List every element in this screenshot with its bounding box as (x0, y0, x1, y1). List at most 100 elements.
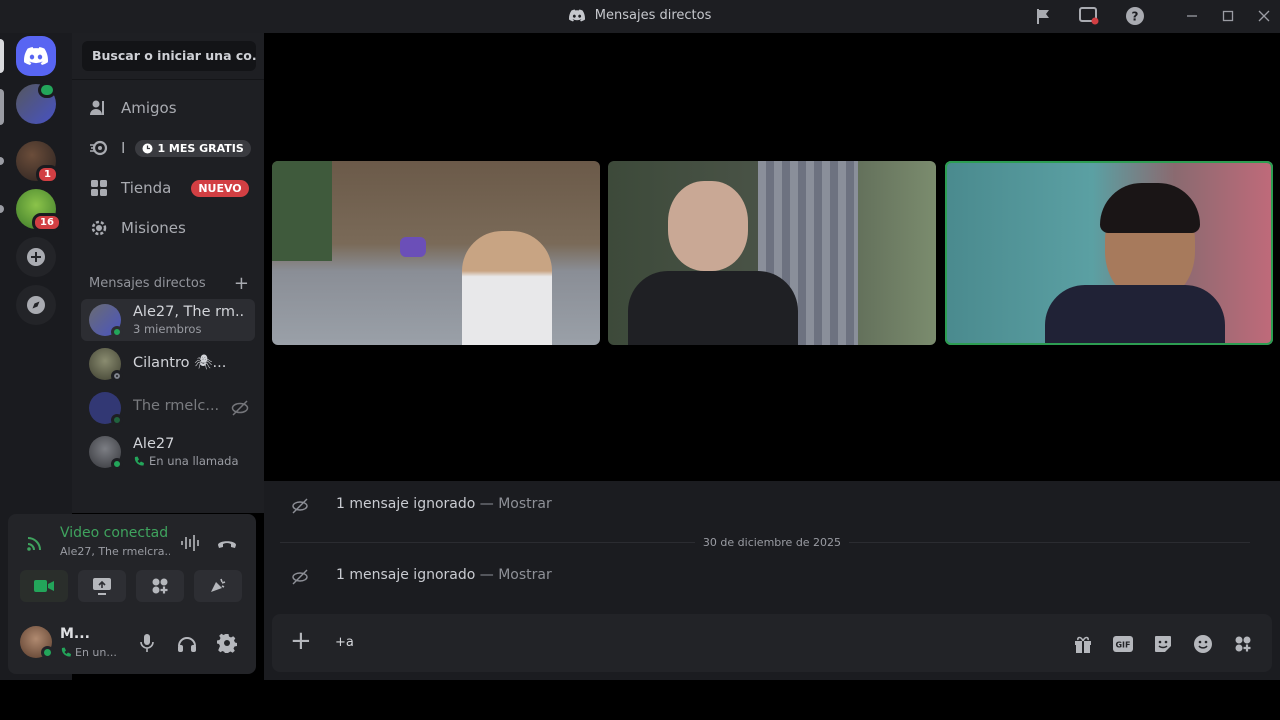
create-dm-plus-icon[interactable]: + (234, 273, 249, 294)
compass-icon (27, 296, 45, 314)
new-badge: NUEVO (191, 179, 249, 197)
soundboard-button[interactable] (194, 570, 242, 602)
gif-button[interactable]: GIF (1112, 633, 1134, 655)
dm-section-header: Mensajes directos + (89, 273, 249, 294)
activities-icon (152, 578, 168, 594)
phone-icon (61, 647, 71, 657)
gift-button[interactable] (1072, 633, 1094, 655)
dm-item[interactable]: Ale27, The rm... 3 miembros (81, 299, 255, 341)
ignored-eye-icon (231, 400, 249, 416)
discover-button[interactable] (16, 285, 56, 325)
screen-share-inbox-icon[interactable] (1079, 6, 1099, 26)
offline-status-icon (111, 370, 123, 382)
video-call-stage (264, 33, 1280, 481)
ignored-message-notice: 1 mensaje ignorado — Mostrar (336, 567, 552, 583)
disconnect-icon[interactable] (217, 536, 237, 550)
quests-icon (89, 218, 109, 238)
dm-item-ignored[interactable]: The rmelc... (81, 387, 255, 429)
nav-nitro[interactable]: I 1 MES GRATIS (81, 129, 255, 167)
camera-button[interactable] (20, 570, 68, 602)
online-status-icon (111, 326, 123, 338)
active-pill (0, 39, 4, 73)
close-icon[interactable] (1256, 8, 1272, 24)
call-indicator-icon (38, 82, 56, 98)
emoji-icon (1194, 635, 1212, 653)
video-tile-1[interactable] (272, 161, 600, 345)
activities-button[interactable] (136, 570, 184, 602)
screen-share-icon (93, 578, 111, 595)
window-title: Mensajes directos (594, 8, 712, 23)
clock-icon (142, 143, 153, 153)
mute-button[interactable] (136, 632, 158, 654)
attach-plus-icon[interactable]: + (290, 628, 312, 654)
date-label: 30 de diciembre de 2025 (694, 536, 850, 549)
dm-item[interactable]: Ale27 En una llamada (81, 431, 255, 473)
svg-text:GIF: GIF (1115, 641, 1130, 650)
user-panel: M... En un... (8, 612, 256, 674)
server-avatar[interactable]: 1 (16, 141, 59, 184)
search-input[interactable]: Buscar o iniciar una co... (82, 41, 256, 71)
microphone-icon (140, 634, 154, 652)
sticker-icon (1155, 636, 1171, 652)
svg-text:?: ? (1132, 10, 1139, 24)
plus-icon (27, 248, 45, 266)
ignored-message-notice: 1 mensaje ignorado — Mostrar (336, 496, 552, 512)
voice-channel-name[interactable]: Ale27, The rmelcra... (60, 545, 170, 558)
voice-status-title[interactable]: Video conectado (60, 525, 168, 541)
online-status-icon (111, 458, 123, 470)
video-tile-2[interactable] (608, 161, 936, 345)
apps-icon (1235, 636, 1251, 652)
dm-item[interactable]: Cilantro 🕷... (81, 343, 255, 385)
sticker-button[interactable] (1152, 633, 1174, 655)
settings-button[interactable] (216, 632, 238, 654)
phone-icon (134, 456, 144, 466)
nav-friends[interactable]: Amigos (81, 89, 255, 127)
free-month-badge: 1 MES GRATIS (135, 139, 251, 157)
video-camera-icon (34, 580, 54, 592)
show-message-link[interactable]: Mostrar (498, 567, 552, 583)
user-name[interactable]: M... (60, 626, 90, 642)
server-avatar[interactable]: 16 (16, 189, 62, 232)
minimize-icon[interactable] (1184, 8, 1200, 24)
deafen-button[interactable] (176, 632, 198, 654)
message-input[interactable]: +a (335, 635, 354, 650)
online-status-icon (41, 646, 54, 659)
ignored-eye-icon (292, 569, 308, 585)
bottom-strip (0, 680, 1280, 720)
nav-shop[interactable]: Tienda NUEVO (81, 169, 255, 207)
noise-suppression-icon[interactable] (180, 534, 202, 552)
home-button[interactable] (16, 36, 56, 76)
gif-icon: GIF (1113, 636, 1133, 652)
share-screen-button[interactable] (78, 570, 126, 602)
add-server-button[interactable] (16, 237, 56, 277)
maximize-icon[interactable] (1220, 8, 1236, 24)
dm-sidebar: Buscar o iniciar una co... Amigos I 1 ME… (72, 33, 264, 513)
headphones-icon (178, 637, 196, 652)
flag-icon[interactable] (1034, 6, 1054, 26)
signal-icon (27, 537, 41, 551)
user-status: En un... (75, 646, 117, 659)
show-message-link[interactable]: Mostrar (498, 496, 552, 512)
discord-logo-icon (24, 47, 48, 65)
nitro-icon (89, 138, 109, 158)
friends-icon (89, 98, 109, 118)
gift-icon (1075, 636, 1091, 653)
apps-button[interactable] (1232, 633, 1254, 655)
shop-icon (89, 178, 109, 198)
ignored-eye-icon (292, 498, 308, 514)
discord-logo-icon (568, 9, 585, 22)
video-tile-3-speaking[interactable] (945, 161, 1273, 345)
message-composer: + +a GIF (272, 614, 1272, 672)
group-dm-avatar[interactable] (16, 82, 56, 124)
chat-area: 1 mensaje ignorado — Mostrar 30 de dicie… (264, 481, 1280, 680)
soundboard-icon (211, 578, 226, 592)
gear-icon (217, 633, 237, 653)
unread-badge: 16 (32, 213, 62, 232)
help-icon[interactable]: ? (1125, 6, 1145, 26)
emoji-button[interactable] (1192, 633, 1214, 655)
unread-pill (0, 89, 4, 125)
nav-quests[interactable]: Misiones (81, 209, 255, 247)
unread-badge: 1 (36, 165, 59, 184)
title-bar: Mensajes directos ? (0, 0, 1280, 33)
online-status-icon (111, 414, 123, 426)
